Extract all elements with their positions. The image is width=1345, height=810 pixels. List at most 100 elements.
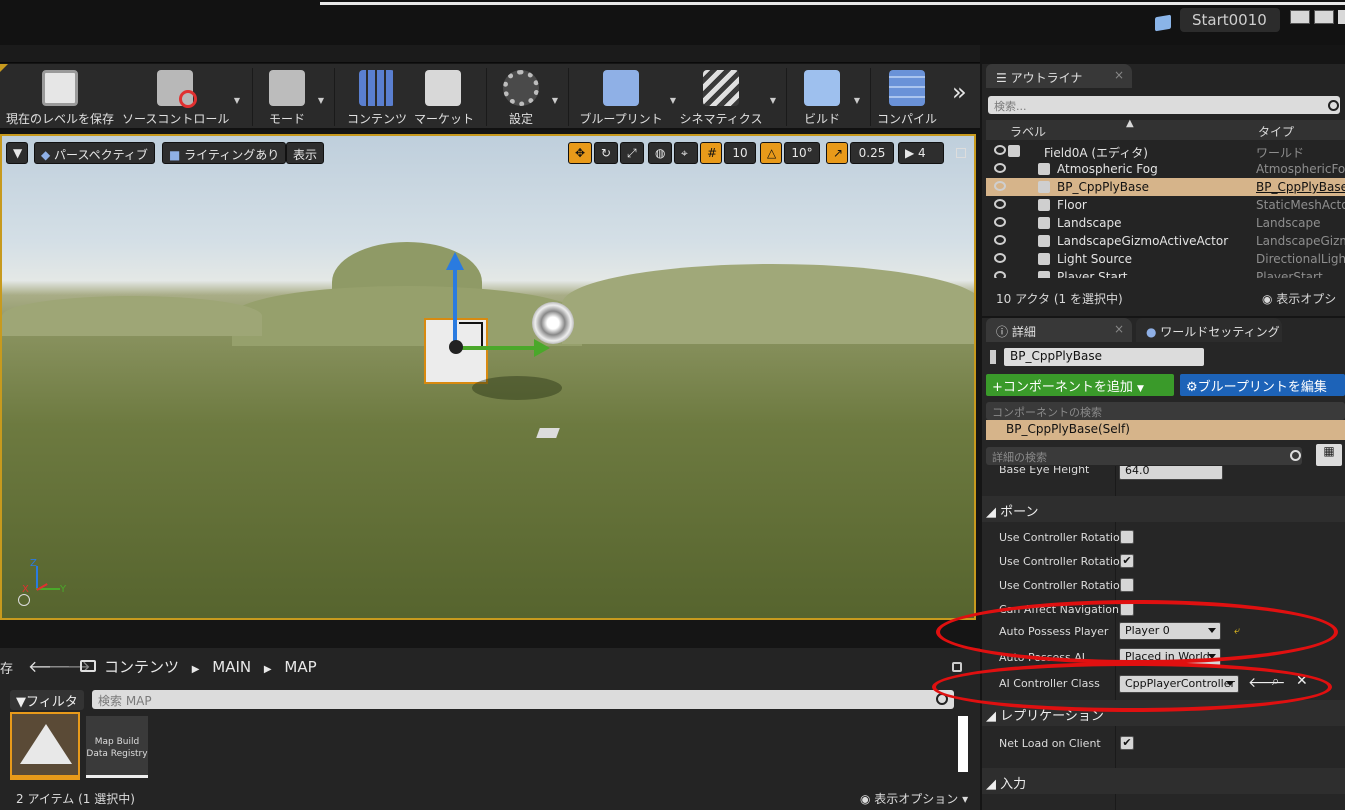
rotation-snap-toggle[interactable]: △ (760, 142, 782, 164)
outliner-row[interactable]: LandscapeGizmoActiveActor LandscapeGizmo (986, 232, 1345, 250)
net-load-checkbox[interactable]: ✔ (1120, 736, 1134, 750)
breadcrumb-map[interactable]: MAP (284, 658, 316, 676)
chevron-down-icon[interactable]: ▼ (670, 96, 676, 105)
toolbar-separator (786, 68, 787, 126)
annotation-ellipse-ai-controller (932, 662, 1332, 712)
help-icon[interactable] (18, 594, 30, 606)
actor-name-field[interactable]: BP_CppPlyBase (1004, 348, 1204, 366)
compile-button[interactable]: コンパイル (876, 68, 938, 126)
close-icon[interactable]: × (1114, 322, 1124, 336)
outliner-row[interactable]: Player Start PlayerStart (986, 268, 1345, 278)
pawn-property-row: Use Controller Rotation (982, 574, 1345, 598)
camera-speed-value: 4 (918, 146, 926, 160)
actor-label: Field0A (エディタ) (1044, 146, 1148, 160)
add-component-button[interactable]: +コンポーネントを追加 ▼ (986, 374, 1174, 396)
translate-mode-button[interactable]: ✥ (568, 142, 592, 164)
save-all-fragment[interactable]: 存 (0, 658, 13, 677)
save-level-button[interactable]: 現在のレベルを保存 (4, 68, 116, 126)
edit-blueprint-button[interactable]: ⚙ブループリントを編集 (1180, 374, 1345, 396)
marketplace-button[interactable]: マーケット (414, 68, 474, 126)
gizmo-plane-handle[interactable] (459, 322, 483, 346)
show-button[interactable]: 表示 (286, 142, 325, 164)
eye-icon: ◉ (1262, 292, 1277, 306)
gizmo-z-axis[interactable] (453, 266, 457, 346)
outliner-row[interactable]: Light Source DirectionalLight (986, 250, 1345, 268)
outliner-row[interactable]: Atmospheric Fog AtmosphericFog (986, 160, 1345, 178)
chevron-right-icon[interactable]: ▶ (264, 664, 272, 675)
maximize-viewport-icon[interactable] (956, 148, 966, 158)
content-button[interactable]: コンテンツ (344, 68, 410, 126)
toolbar-separator (486, 68, 487, 126)
rotation-snap-value[interactable]: 10° (784, 142, 820, 164)
blueprints-button[interactable]: ブループリント ▼ (578, 68, 676, 126)
grid-snap-value[interactable]: 10 (724, 142, 756, 164)
category-input[interactable]: ◢ 入力 (982, 768, 1345, 794)
chevron-right-icon[interactable]: ▶ (192, 664, 200, 675)
breadcrumb-content[interactable]: コンテンツ (104, 658, 179, 676)
base-eye-height-field[interactable]: 64.0 (1119, 466, 1223, 480)
scrollbar[interactable] (958, 716, 968, 772)
build-button[interactable]: ビルド ▼ (796, 68, 860, 126)
maximize-button[interactable] (1314, 10, 1334, 24)
outliner-row[interactable]: Floor StaticMeshActor (986, 196, 1345, 214)
chevron-down-icon[interactable]: ▼ (318, 96, 324, 105)
visibility-eye-icon[interactable] (994, 145, 1006, 155)
view-options-button[interactable]: ◉ 表示オプション ▾ (860, 790, 968, 807)
outliner-row[interactable]: Field0A (エディタ) ワールド (986, 142, 1345, 160)
player-start-icon[interactable] (536, 428, 560, 438)
visibility-eye-icon[interactable] (994, 181, 1006, 191)
tab-details[interactable]: ⓘ 詳細 × (986, 318, 1132, 342)
view-mode-button[interactable]: ▦ (1316, 444, 1342, 466)
property-checkbox[interactable] (1120, 578, 1134, 592)
component-search-input[interactable]: コンポーネントの検索 (986, 402, 1345, 420)
directional-light-icon[interactable] (532, 302, 574, 344)
grid-snap-toggle[interactable]: # (700, 142, 722, 164)
chevron-down-icon[interactable]: ▼ (770, 96, 776, 105)
visibility-eye-icon[interactable] (994, 163, 1006, 173)
settings-button[interactable]: 設定 ▼ (496, 68, 558, 126)
property-checkbox[interactable] (1120, 530, 1134, 544)
cinematics-button[interactable]: シネマティクス ▼ (678, 68, 776, 126)
viewport-options-button[interactable]: ▼ (6, 142, 28, 164)
category-pawn[interactable]: ◢ ポーン (982, 496, 1345, 522)
outliner-row[interactable]: Landscape Landscape (986, 214, 1345, 232)
details-search-input[interactable]: 詳細の検索 (986, 447, 1302, 465)
gizmo-y-axis[interactable] (457, 346, 535, 350)
visibility-eye-icon[interactable] (994, 271, 1006, 278)
asset-tile-map[interactable] (10, 712, 80, 780)
filter-button[interactable]: ▼フィルタ (10, 690, 84, 710)
close-button[interactable] (1338, 10, 1345, 24)
asset-tile-build-data[interactable]: Map Build Data Registry (86, 716, 148, 778)
actor-type-icon (1038, 235, 1050, 247)
level-viewport[interactable]: ▼ ◆ パースペクティブ ■ ライティングあり 表示 ✥ ↻ ⤢ ◍ ⌖ # 1… (0, 134, 976, 620)
scale-snap-toggle[interactable]: ↗ (826, 142, 848, 164)
camera-speed-button[interactable]: ▶ 4 (898, 142, 944, 164)
chevron-down-icon[interactable]: ▼ (552, 96, 558, 105)
lighting-button[interactable]: ■ ライティングあり (162, 142, 287, 164)
scale-mode-button[interactable]: ⤢ (620, 142, 644, 164)
visibility-eye-icon[interactable] (994, 199, 1006, 209)
world-local-button[interactable]: ◍ (648, 142, 672, 164)
tab-world-settings[interactable]: ● ワールドセッティング (1136, 318, 1282, 342)
perspective-button[interactable]: ◆ パースペクティブ (34, 142, 155, 164)
rotate-mode-button[interactable]: ↻ (594, 142, 618, 164)
minimize-button[interactable] (1290, 10, 1310, 24)
content-search-input[interactable]: 検索 MAP (92, 690, 954, 709)
visibility-eye-icon[interactable] (994, 235, 1006, 245)
visibility-eye-icon[interactable] (994, 217, 1006, 227)
breadcrumb-main[interactable]: MAIN (212, 658, 251, 676)
chevron-down-icon[interactable]: ▼ (854, 96, 860, 105)
lock-icon[interactable] (952, 662, 962, 672)
visibility-eye-icon[interactable] (994, 253, 1006, 263)
self-component-row[interactable]: BP_CppPlyBase(Self) (986, 420, 1345, 440)
outliner-view-options[interactable]: ◉ 表示オプシ (1262, 290, 1336, 307)
modes-button[interactable]: モード ▼ (262, 68, 324, 126)
outliner-row[interactable]: BP_CppPlyBase BP_CppPlyBase (986, 178, 1345, 196)
chevron-down-icon[interactable]: ▼ (234, 96, 240, 105)
scale-snap-value[interactable]: 0.25 (850, 142, 894, 164)
toolbar-overflow-button[interactable]: » (952, 78, 967, 106)
surface-snap-button[interactable]: ⌖ (674, 142, 698, 164)
source-control-button[interactable]: ソースコントロール ▼ (122, 68, 240, 126)
property-checkbox[interactable]: ✔ (1120, 554, 1134, 568)
search-icon[interactable] (1290, 450, 1301, 461)
